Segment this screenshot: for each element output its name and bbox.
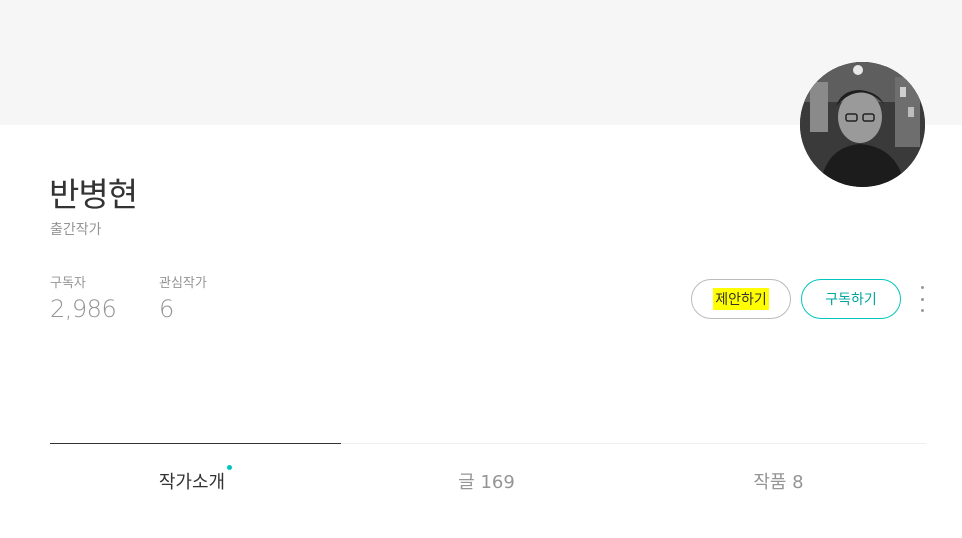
watching-count[interactable]: 6 <box>159 295 207 323</box>
tab-works[interactable]: 작품 8 <box>633 468 924 494</box>
avatar-photo <box>800 62 925 187</box>
suggest-button[interactable]: 제안하기 <box>691 279 791 319</box>
subscribers-stat[interactable]: 구독자 2,986 <box>50 272 117 323</box>
active-tab-indicator <box>50 443 341 444</box>
tab-posts[interactable]: 글 169 <box>341 468 632 494</box>
author-job: 출간작가 <box>50 222 102 238</box>
subscribers-count[interactable]: 2,986 <box>50 295 117 323</box>
subscribers-label: 구독자 <box>50 276 86 291</box>
tab-label: 글 169 <box>458 472 515 493</box>
tab-label: 작가소개 <box>158 472 226 493</box>
profile-page: 반병현 출간작가 구독자 2,986 관심작가 6 제안하기 구독하기 작가소개… <box>0 0 962 538</box>
suggest-button-label: 제안하기 <box>713 288 769 310</box>
new-dot-icon <box>227 465 233 470</box>
author-name: 반병현 <box>49 175 138 214</box>
tab-author-intro[interactable]: 작가소개 <box>50 465 341 494</box>
subscribe-button-label: 구독하기 <box>825 292 877 308</box>
watching-label: 관심작가 <box>159 276 207 291</box>
avatar[interactable] <box>800 62 925 187</box>
subscribe-button[interactable]: 구독하기 <box>801 279 901 319</box>
more-options-icon[interactable] <box>913 286 931 312</box>
watching-stat[interactable]: 관심작가 6 <box>159 272 207 323</box>
tab-label: 작품 8 <box>753 472 804 493</box>
